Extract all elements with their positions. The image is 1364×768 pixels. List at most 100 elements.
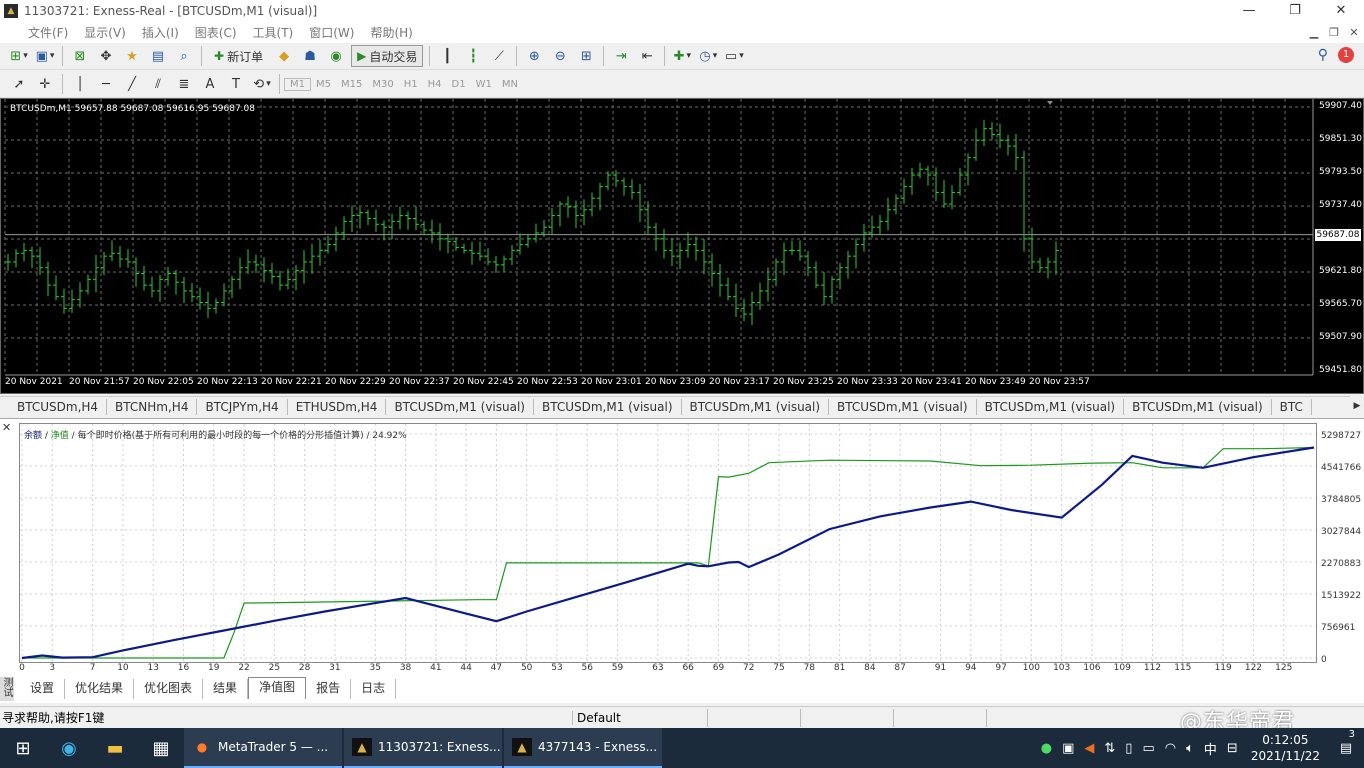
wechat-icon[interactable]: ● bbox=[1036, 741, 1057, 756]
taskbar-app-mt5-1[interactable]: ▲ 11303721: Exness... bbox=[344, 728, 502, 768]
battery-icon[interactable]: ▭ bbox=[1137, 741, 1159, 756]
timeframe-m5[interactable]: M5 bbox=[311, 79, 336, 90]
network-app-icon[interactable]: ⇅ bbox=[1099, 741, 1120, 756]
line-chart-icon[interactable]: ⟋ bbox=[488, 45, 510, 67]
chart-tab[interactable]: BTCUSDm,M1 (visual) bbox=[534, 399, 682, 415]
usb-icon[interactable]: ▯ bbox=[1120, 741, 1137, 756]
tab-report[interactable]: 报告 bbox=[306, 679, 352, 699]
menu-view[interactable]: 显示(V) bbox=[76, 24, 134, 41]
favorites-icon[interactable]: ★ bbox=[121, 45, 143, 67]
navigator-icon[interactable]: ✥ bbox=[95, 45, 117, 67]
new-chart-icon[interactable]: ⊞ bbox=[8, 45, 30, 67]
mdi-restore-icon[interactable]: ❐ bbox=[1324, 22, 1344, 43]
menu-insert[interactable]: 插入(I) bbox=[134, 24, 187, 41]
tab-scroll-right-icon[interactable]: ▶ bbox=[1350, 396, 1364, 417]
minimize-button[interactable]: — bbox=[1226, 0, 1272, 22]
templates-icon[interactable]: ▭ bbox=[723, 45, 745, 67]
file-explorer-icon[interactable]: ▬ bbox=[92, 728, 138, 768]
text-label-icon[interactable]: T bbox=[225, 73, 247, 95]
menu-tools[interactable]: 工具(T) bbox=[245, 24, 302, 41]
wifi-icon[interactable]: ◠ bbox=[1160, 741, 1181, 756]
taskbar-app-mt5-2[interactable]: ▲ 4377143 - Exness... bbox=[504, 728, 662, 768]
price-chart[interactable]: BTCUSDm,M1 59657.88 59687.08 59616.95 59… bbox=[0, 98, 1364, 394]
notification-badge[interactable]: 1 bbox=[1338, 47, 1354, 63]
bar-chart-icon[interactable]: ┃ bbox=[436, 45, 458, 67]
mdi-minimize-icon[interactable]: ▁ bbox=[1304, 22, 1324, 43]
close-button[interactable]: ✕ bbox=[1318, 0, 1364, 22]
tab-equity-graph[interactable]: 净值图 bbox=[248, 677, 307, 699]
timeframe-m1[interactable]: M1 bbox=[284, 77, 311, 91]
chart-tab[interactable]: BTCUSDm,M1 (visual) bbox=[682, 399, 830, 415]
volume-icon[interactable]: 🔈︎ bbox=[1181, 741, 1199, 756]
ime-mode-icon[interactable]: ⊟ bbox=[1222, 741, 1243, 756]
timeframe-m15[interactable]: M15 bbox=[336, 79, 367, 90]
new-order-button[interactable]: ✚ 新订单 bbox=[208, 45, 269, 67]
chart-tab[interactable]: BTCUSDm,M1 (visual) bbox=[386, 399, 534, 415]
data-window-icon[interactable]: ▤ bbox=[147, 45, 169, 67]
chart-tab[interactable]: BTCNHm,H4 bbox=[107, 399, 198, 415]
timeframe-h1[interactable]: H1 bbox=[399, 79, 423, 90]
system-clock[interactable]: 0:12:05 2021/11/22 bbox=[1243, 732, 1328, 764]
menu-file[interactable]: 文件(F) bbox=[0, 24, 76, 41]
zoom-out-icon[interactable]: ⊖ bbox=[549, 45, 571, 67]
action-center-icon[interactable]: ▤ 3 bbox=[1328, 728, 1364, 756]
timeframe-m30[interactable]: M30 bbox=[367, 79, 398, 90]
chart-tab[interactable]: BTCUSDm,M1 (visual) bbox=[977, 399, 1125, 415]
chart-tab[interactable]: BTCUSDm,M1 (visual) bbox=[829, 399, 977, 415]
trendline-icon[interactable]: ╱ bbox=[121, 73, 143, 95]
strategy-tester-icon[interactable]: ⌕ bbox=[173, 45, 195, 67]
profiles-icon[interactable]: ▣ bbox=[34, 45, 56, 67]
horizontal-line-icon[interactable]: ─ bbox=[95, 73, 117, 95]
ime-indicator[interactable]: 中 bbox=[1199, 739, 1222, 758]
windows-start-icon[interactable]: ⊞ bbox=[0, 728, 46, 768]
speaker-app-icon[interactable]: ◀ bbox=[1079, 741, 1099, 756]
chart-shift-icon[interactable]: ⇤ bbox=[636, 45, 658, 67]
autotrade-button[interactable]: ▶ 自动交易 bbox=[351, 45, 424, 67]
tile-windows-icon[interactable]: ⊞ bbox=[575, 45, 597, 67]
chart-tab[interactable]: ETHUSDm,H4 bbox=[288, 399, 387, 415]
timeframe-w1[interactable]: W1 bbox=[471, 79, 497, 90]
time-label: 20 Nov 23:17 bbox=[709, 377, 770, 387]
menu-help[interactable]: 帮助(H) bbox=[362, 24, 420, 41]
close-panel-icon[interactable]: ✕ bbox=[2, 421, 11, 434]
store-icon[interactable]: ▦ bbox=[138, 728, 184, 768]
shapes-icon[interactable]: ⟲ bbox=[251, 73, 273, 95]
chart-tab[interactable]: BTCUSDm,H4 bbox=[0, 399, 108, 415]
community-icon[interactable]: ☗ bbox=[299, 45, 321, 67]
mdi-close-icon[interactable]: ✕ bbox=[1344, 22, 1364, 43]
tab-settings[interactable]: 设置 bbox=[20, 679, 66, 699]
edge-browser-icon[interactable]: ◉ bbox=[46, 728, 92, 768]
signals-icon[interactable]: ◉ bbox=[325, 45, 347, 67]
zoom-in-icon[interactable]: ⊕ bbox=[523, 45, 545, 67]
menu-charts[interactable]: 图表(C) bbox=[187, 24, 245, 41]
tab-results[interactable]: 结果 bbox=[203, 679, 249, 699]
menu-window[interactable]: 窗口(W) bbox=[301, 24, 362, 41]
fibonacci-icon[interactable]: ≣ bbox=[173, 73, 195, 95]
crosshair-icon[interactable]: ✛ bbox=[34, 73, 56, 95]
tab-optimization-graph[interactable]: 优化图表 bbox=[134, 679, 204, 699]
tab-optimization-results[interactable]: 优化结果 bbox=[65, 679, 135, 699]
candlestick-icon[interactable]: ┇ bbox=[462, 45, 484, 67]
tab-journal[interactable]: 日志 bbox=[351, 679, 397, 699]
channel-icon[interactable]: ⫽ bbox=[147, 73, 169, 95]
cursor-icon[interactable]: ➚ bbox=[8, 73, 30, 95]
time-label: 20 Nov 22:37 bbox=[389, 377, 450, 387]
indicators-icon[interactable]: ✚ bbox=[671, 45, 693, 67]
vertical-line-icon[interactable]: │ bbox=[69, 73, 91, 95]
taskbar-app-firefox[interactable]: ● MetaTrader 5 — ... bbox=[184, 728, 342, 768]
separator bbox=[201, 46, 202, 66]
chart-tab[interactable]: BTCJPYm,H4 bbox=[197, 399, 288, 415]
timeframe-d1[interactable]: D1 bbox=[447, 79, 471, 90]
metaeditor-icon[interactable]: ◆ bbox=[273, 45, 295, 67]
market-watch-icon[interactable]: ⊠ bbox=[69, 45, 91, 67]
chart-tab[interactable]: BTC bbox=[1272, 399, 1312, 415]
periods-icon[interactable]: ◷ bbox=[697, 45, 719, 67]
timeframe-h4[interactable]: H4 bbox=[423, 79, 447, 90]
monitor-icon[interactable]: ▣ bbox=[1057, 741, 1079, 756]
text-icon[interactable]: A bbox=[199, 73, 221, 95]
search-icon[interactable]: ⚲ bbox=[1318, 47, 1328, 63]
restore-button[interactable]: ❐ bbox=[1272, 0, 1318, 22]
auto-scroll-icon[interactable]: ⇥ bbox=[610, 45, 632, 67]
timeframe-mn[interactable]: MN bbox=[497, 79, 523, 90]
chart-tab[interactable]: BTCUSDm,M1 (visual) bbox=[1124, 399, 1272, 415]
